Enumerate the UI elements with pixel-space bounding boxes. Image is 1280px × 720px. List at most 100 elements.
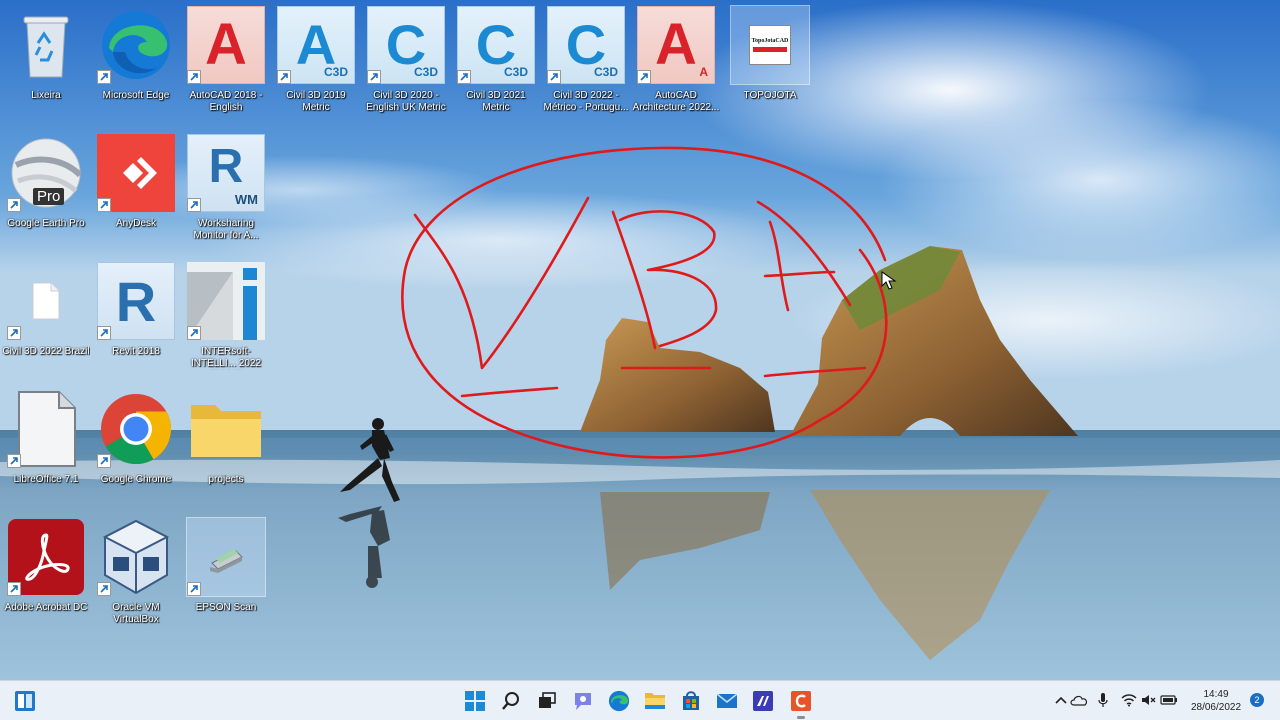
virtualbox-icon: [102, 519, 170, 595]
civil-3d-2020-tile: C C3D: [367, 6, 445, 84]
c3d-badge: C3D: [323, 65, 348, 79]
desktop-icon-label: TOPOJOTA: [743, 90, 797, 101]
c3d-badge: C3D: [503, 65, 528, 79]
desktop-icon-civil-3d-2020[interactable]: C C3D Civil 3D 2020 - English UK Metric: [362, 2, 450, 126]
visual-studio-icon: [753, 691, 773, 711]
civil-3d-2019-tile: A C3D: [277, 6, 355, 84]
desktop-icon-autocad-architecture-2022[interactable]: AA AutoCAD Architecture 2022...: [632, 2, 720, 126]
shortcut-arrow-icon: [367, 70, 381, 84]
desktop-icon-topojota[interactable]: TopoJotaCAD TOPOJOTA: [726, 2, 814, 126]
desktop-icon-revit-2018[interactable]: R Revit 2018: [92, 258, 180, 382]
desktop-icon-civil-3d-2021[interactable]: C C3D Civil 3D 2021 Metric: [452, 2, 540, 126]
desktop-icon-label: AutoCAD Architecture 2022...: [632, 90, 720, 113]
running-indicator: [797, 716, 805, 719]
desktop-icon-label: Oracle VM VirtualBox: [112, 602, 160, 625]
desktop-icon-civil-3d-2019[interactable]: A C3D Civil 3D 2019 Metric: [272, 2, 360, 126]
desktop-icon-autocad-2018[interactable]: A AutoCAD 2018 - English: [182, 2, 270, 126]
recycle-bin-tile: [7, 6, 85, 84]
desktop-icon-label: Adobe Acrobat DC: [4, 602, 88, 613]
mail-button[interactable]: [712, 686, 742, 716]
widgets-icon: [15, 691, 35, 711]
desktop-icon-intersoft-intelli[interactable]: INTERsoft- INTELLI... 2022 (64-bit): [182, 258, 270, 382]
task-view-button[interactable]: [532, 686, 562, 716]
onedrive-button[interactable]: [1070, 691, 1088, 709]
desktop-icon-virtualbox[interactable]: Oracle VM VirtualBox: [92, 514, 180, 638]
desktop-icon-label: Civil 3D 2022 Brazil: [2, 346, 90, 357]
c3d-badge: C3D: [593, 65, 618, 79]
desktop-icon-label: LibreOffice 7.1: [13, 474, 79, 485]
widgets-button[interactable]: [10, 686, 40, 716]
desktop-icon-google-chrome[interactable]: Google Chrome: [92, 386, 180, 510]
edge-taskbar-button[interactable]: [604, 686, 634, 716]
wifi-icon: [1121, 694, 1137, 707]
edge-tile: [97, 6, 175, 84]
desktop-icon-anydesk[interactable]: AnyDesk: [92, 130, 180, 254]
shortcut-arrow-icon: [97, 198, 111, 212]
mail-icon: [716, 693, 738, 708]
desktop-icon-label: Microsoft Edge: [102, 90, 170, 101]
virtualbox-tile: [97, 518, 175, 596]
google-earth-tile: Pro: [7, 134, 85, 212]
start-icon: [465, 691, 485, 711]
file-explorer-button[interactable]: [640, 686, 670, 716]
shortcut-arrow-icon: [277, 70, 291, 84]
store-icon: [683, 691, 699, 710]
store-button[interactable]: [676, 686, 706, 716]
volume-button[interactable]: [1140, 691, 1158, 709]
shortcut-arrow-icon: [97, 454, 111, 468]
shortcut-arrow-icon: [97, 582, 111, 596]
desktop-icon-epson-scan[interactable]: EPSON Scan: [182, 514, 270, 638]
desktop-icon-civil-3d-2022[interactable]: C C3D Civil 3D 2022 - Métrico - Portugu..…: [542, 2, 630, 126]
shortcut-arrow-icon: [457, 70, 471, 84]
revit-tile: R: [97, 262, 175, 340]
desktop-icon-label: Civil 3D 2022 - Métrico - Portugu...: [543, 90, 629, 113]
clock[interactable]: 14:49 28/06/2022: [1188, 688, 1244, 714]
desktop-icon-label: Worksharing Monitor for A...: [193, 218, 259, 241]
clock-time: 14:49: [1203, 689, 1229, 700]
desktop-icon-projects-folder[interactable]: projects: [182, 386, 270, 510]
libreoffice-tile: [7, 390, 85, 468]
desktop-icon-label: Civil 3D 2021 Metric: [466, 90, 526, 113]
desktop-icon-libreoffice[interactable]: LibreOffice 7.1: [2, 386, 90, 510]
projects-tile: [187, 390, 265, 468]
battery-button[interactable]: [1160, 691, 1178, 709]
autocad-2018-tile: A: [187, 6, 265, 84]
desktop-icon-label: Google Earth Pro: [7, 218, 85, 229]
desktop-icon-adobe-acrobat[interactable]: Adobe Acrobat DC: [2, 514, 90, 638]
start-button[interactable]: [460, 686, 490, 716]
shortcut-arrow-icon: [7, 454, 21, 468]
shortcut-arrow-icon: [187, 326, 201, 340]
file-explorer-icon: [645, 693, 665, 709]
search-icon: [502, 692, 519, 710]
shortcut-arrow-icon: [547, 70, 561, 84]
edge-icon: [608, 690, 630, 712]
desktop-icon-worksharing-monitor[interactable]: R WM Worksharing Monitor for A...: [182, 130, 270, 254]
speaker-muted-icon: [1142, 695, 1156, 705]
desktop-icon-microsoft-edge[interactable]: Microsoft Edge: [92, 2, 180, 126]
desktop-icon-civil-3d-2022-brazil[interactable]: Civil 3D 2022 Brazil: [2, 258, 90, 382]
epson-scan-icon: [210, 549, 243, 573]
file-icon: [32, 282, 60, 320]
desktop-icon-recycle-bin[interactable]: Lixeira: [2, 2, 90, 126]
notification-badge[interactable]: 2: [1250, 693, 1264, 707]
chrome-tile: [97, 390, 175, 468]
desktop-icon-label: AnyDesk: [115, 218, 156, 229]
worksharing-tile: R WM: [187, 134, 265, 212]
task-view-icon: [539, 692, 556, 708]
desktop-icon-google-earth-pro[interactable]: Pro Google Earth Pro: [2, 130, 90, 254]
shortcut-arrow-icon: [637, 70, 651, 84]
show-hidden-icons-button[interactable]: [1052, 691, 1070, 709]
teams-chat-button[interactable]: [568, 686, 598, 716]
shortcut-arrow-icon: [97, 326, 111, 340]
wifi-button[interactable]: [1120, 691, 1138, 709]
visual-studio-button[interactable]: [748, 686, 778, 716]
anydesk-tile: [97, 134, 175, 212]
search-button[interactable]: [496, 686, 526, 716]
autocad-taskbar-button[interactable]: [786, 686, 816, 719]
epson-scan-tile: [186, 517, 266, 597]
microphone-button[interactable]: [1094, 691, 1112, 709]
teams-chat-icon: [575, 693, 591, 710]
folder-icon: [191, 405, 261, 457]
desktop-icon-label: Revit 2018: [112, 346, 160, 357]
civil-3d-2022-tile: C C3D: [547, 6, 625, 84]
